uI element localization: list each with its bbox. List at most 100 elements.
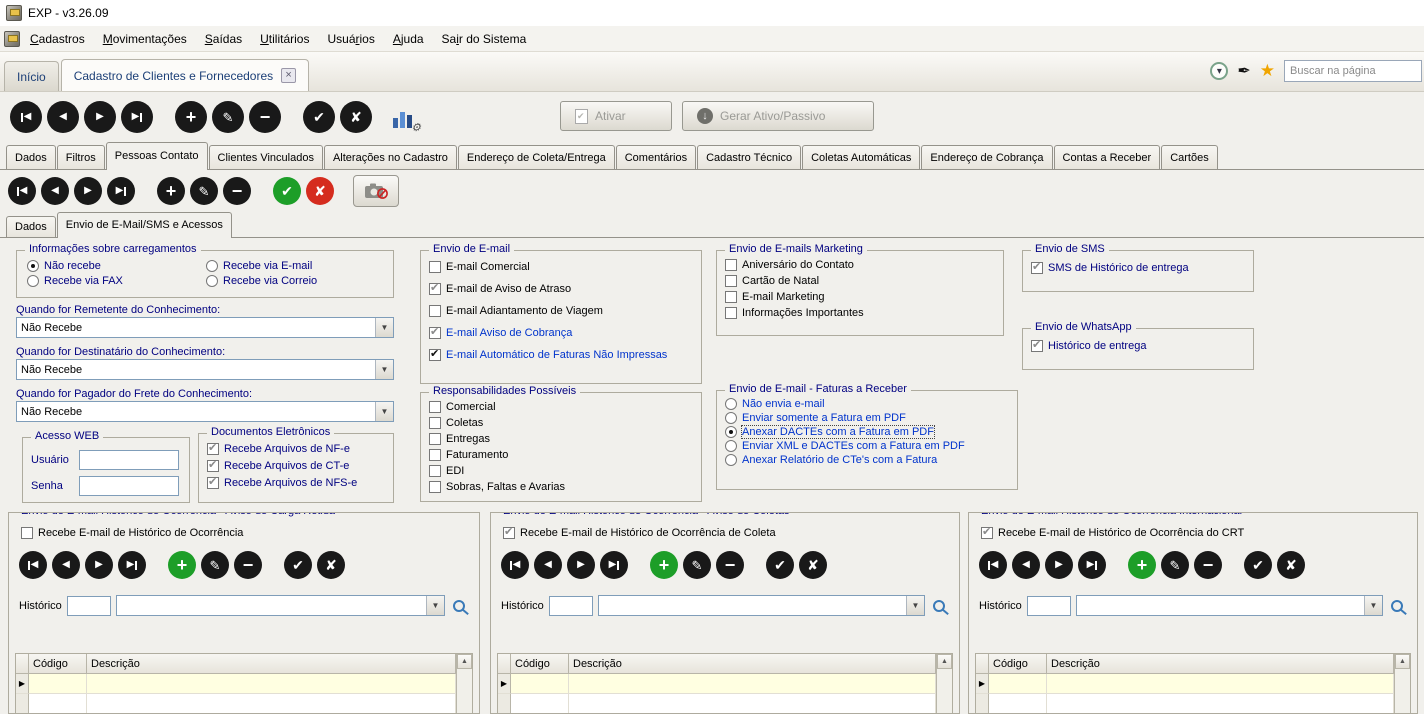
nav-next-button[interactable]: ▶: [84, 101, 116, 133]
grid-scrollbar[interactable]: ▲: [456, 654, 472, 714]
confirm-button[interactable]: ✔: [766, 551, 794, 579]
search-icon[interactable]: [933, 600, 945, 612]
checkbox-recebe-historico-crt[interactable]: Recebe E-mail de Histórico de Ocorrência…: [981, 527, 1417, 539]
checkbox-recebe-historico-coleta[interactable]: Recebe E-mail de Histórico de Ocorrência…: [503, 527, 959, 539]
add-button[interactable]: +: [168, 551, 196, 579]
edit-button[interactable]: ✎: [190, 177, 218, 205]
star-icon[interactable]: ★: [1260, 61, 1275, 81]
historico-code-input[interactable]: [549, 596, 593, 616]
nav-last-button[interactable]: ▶: [1078, 551, 1106, 579]
grid-scrollbar[interactable]: ▲: [1394, 654, 1410, 714]
add-button[interactable]: +: [650, 551, 678, 579]
add-button[interactable]: +: [157, 177, 185, 205]
radio-recebe-via-correio[interactable]: Recebe via Correio: [206, 275, 393, 287]
pagador-select[interactable]: Não Recebe ▼: [16, 401, 394, 422]
dropdown-arrow-icon[interactable]: ▼: [375, 360, 393, 379]
chart-settings-button[interactable]: ⚙: [383, 101, 421, 133]
nav-first-button[interactable]: ◀: [979, 551, 1007, 579]
checkbox-comercial[interactable]: Comercial: [429, 401, 701, 413]
nav-next-button[interactable]: ▶: [1045, 551, 1073, 579]
delete-button[interactable]: −: [249, 101, 281, 133]
dropdown-arrow-icon[interactable]: ▼: [375, 402, 393, 421]
radio-recebe-via-email[interactable]: Recebe via E-mail: [206, 260, 393, 272]
dropdown-arrow-icon[interactable]: ▼: [1364, 596, 1382, 615]
close-tab-icon[interactable]: ×: [281, 68, 296, 83]
historico-select[interactable]: ▼: [598, 595, 925, 616]
checkbox-sobras-faltas-avarias[interactable]: Sobras, Faltas e Avarias: [429, 481, 701, 493]
menu-saidas[interactable]: Saídas: [197, 28, 250, 50]
subtab-dados[interactable]: Dados: [6, 216, 56, 237]
menu-ajuda[interactable]: Ajuda: [385, 28, 432, 50]
cancel-button[interactable]: ✘: [317, 551, 345, 579]
tab-inicio[interactable]: Início: [4, 61, 59, 91]
checkbox-whatsapp-historico-entrega[interactable]: Histórico de entrega: [1031, 340, 1253, 352]
tab-filtros[interactable]: Filtros: [57, 145, 105, 169]
checkbox-aniversario-contato[interactable]: Aniversário do Contato: [725, 259, 1003, 271]
menu-movimentacoes[interactable]: Movimentações: [95, 28, 195, 50]
checkbox-email-aviso-cobranca[interactable]: E-mail Aviso de Cobrança: [429, 327, 701, 339]
table-row[interactable]: ▶: [976, 674, 1394, 694]
checkbox-email-adiantamento-viagem[interactable]: E-mail Adiantamento de Viagem: [429, 305, 701, 317]
pin-icon[interactable]: ✒: [1237, 61, 1250, 81]
checkbox-recebe-historico-ocorrencia[interactable]: Recebe E-mail de Histórico de Ocorrência: [21, 527, 479, 539]
nav-prev-button[interactable]: ◀: [41, 177, 69, 205]
checkbox-recebe-nfse[interactable]: Recebe Arquivos de NFS-e: [207, 477, 393, 489]
historico-code-input[interactable]: [1027, 596, 1071, 616]
tab-cadastro-tecnico[interactable]: Cadastro Técnico: [697, 145, 801, 169]
checkbox-email-automatico-faturas[interactable]: E-mail Automático de Faturas Não Impress…: [429, 349, 701, 361]
table-row[interactable]: [498, 694, 936, 714]
destinatario-select[interactable]: Não Recebe ▼: [16, 359, 394, 380]
menu-sair-do-sistema[interactable]: Sair do Sistema: [434, 28, 535, 50]
historico-code-input[interactable]: [67, 596, 111, 616]
nav-last-button[interactable]: ▶: [121, 101, 153, 133]
table-row[interactable]: ▶: [498, 674, 936, 694]
tab-coletas-automaticas[interactable]: Coletas Automáticas: [802, 145, 920, 169]
tab-dados[interactable]: Dados: [6, 145, 56, 169]
dropdown-arrow-icon[interactable]: ▼: [906, 596, 924, 615]
table-row[interactable]: [976, 694, 1394, 714]
table-row[interactable]: [16, 694, 456, 714]
checkbox-faturamento[interactable]: Faturamento: [429, 449, 701, 461]
checkbox-entregas[interactable]: Entregas: [429, 433, 701, 445]
column-descricao[interactable]: Descrição: [1047, 654, 1394, 674]
dropdown-arrow-icon[interactable]: ▼: [426, 596, 444, 615]
radio-anexar-relatorio-ctes[interactable]: Anexar Relatório de CTe's com a Fatura: [725, 454, 1017, 466]
scroll-up-icon[interactable]: ▲: [937, 654, 952, 669]
edit-button[interactable]: ✎: [683, 551, 711, 579]
tab-comentarios[interactable]: Comentários: [616, 145, 696, 169]
column-descricao[interactable]: Descrição: [87, 654, 456, 674]
checkbox-coletas[interactable]: Coletas: [429, 417, 701, 429]
radio-anexar-dactes-fatura-pdf[interactable]: Anexar DACTEs com a Fatura em PDF: [725, 426, 1017, 438]
senha-input[interactable]: [79, 476, 179, 496]
checkbox-sms-historico-entrega[interactable]: SMS de Histórico de entrega: [1031, 262, 1253, 274]
remetente-select[interactable]: Não Recebe ▼: [16, 317, 394, 338]
add-button[interactable]: +: [1128, 551, 1156, 579]
photo-button[interactable]: [353, 175, 399, 207]
nav-next-button[interactable]: ▶: [85, 551, 113, 579]
menu-cadastros[interactable]: Cadastros: [22, 28, 93, 50]
radio-recebe-via-fax[interactable]: Recebe via FAX: [27, 275, 202, 287]
edit-button[interactable]: ✎: [201, 551, 229, 579]
nav-next-button[interactable]: ▶: [567, 551, 595, 579]
nav-prev-button[interactable]: ◀: [52, 551, 80, 579]
nav-last-button[interactable]: ▶: [118, 551, 146, 579]
checkbox-email-aviso-atraso[interactable]: E-mail de Aviso de Atraso: [429, 283, 701, 295]
checkbox-informacoes-importantes[interactable]: Informações Importantes: [725, 307, 1003, 319]
radio-nao-envia-email[interactable]: Não envia e-mail: [725, 398, 1017, 410]
nav-next-button[interactable]: ▶: [74, 177, 102, 205]
radio-enviar-xml-dactes-pdf[interactable]: Enviar XML e DACTEs com a Fatura em PDF: [725, 440, 1017, 452]
tab-cartoes[interactable]: Cartões: [1161, 145, 1218, 169]
gerar-ativo-passivo-button[interactable]: ↓ Gerar Ativo/Passivo: [682, 101, 874, 131]
tab-pessoas-contato[interactable]: Pessoas Contato: [106, 142, 208, 169]
checkbox-recebe-nfe[interactable]: Recebe Arquivos de NF-e: [207, 443, 393, 455]
delete-button[interactable]: −: [234, 551, 262, 579]
search-icon[interactable]: [453, 600, 465, 612]
confirm-button[interactable]: ✔: [1244, 551, 1272, 579]
confirm-button[interactable]: ✔: [303, 101, 335, 133]
tab-endereco-cobranca[interactable]: Endereço de Cobrança: [921, 145, 1052, 169]
nav-first-button[interactable]: ◀: [501, 551, 529, 579]
column-codigo[interactable]: Código: [511, 654, 569, 674]
checkbox-email-marketing[interactable]: E-mail Marketing: [725, 291, 1003, 303]
nav-first-button[interactable]: ◀: [19, 551, 47, 579]
search-icon[interactable]: [1391, 600, 1403, 612]
